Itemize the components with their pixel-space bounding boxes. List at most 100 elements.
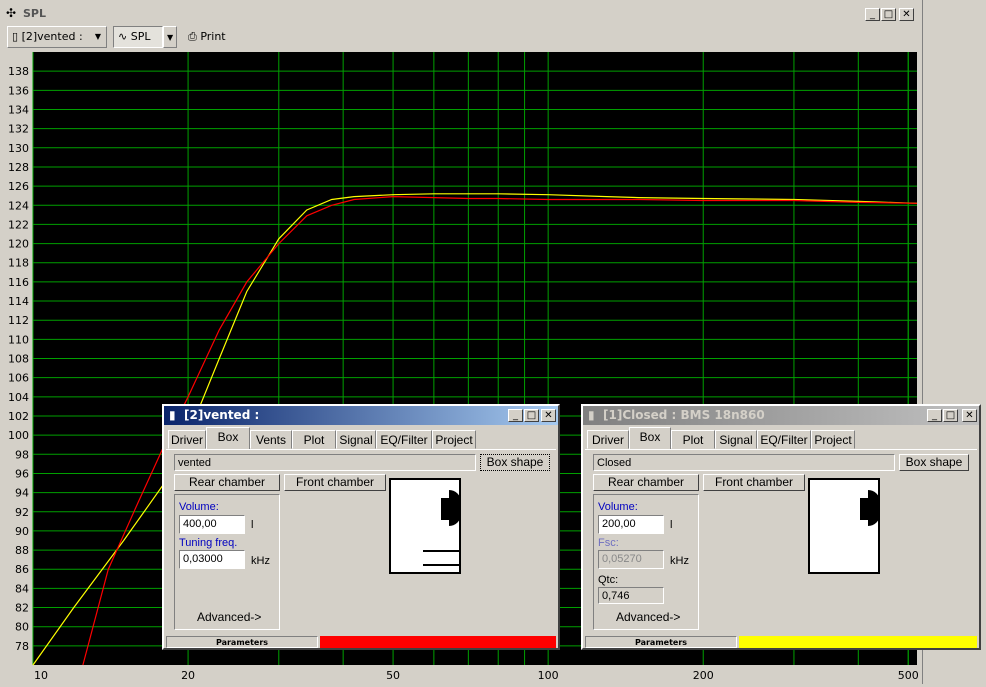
tab-driver[interactable]: Driver xyxy=(587,430,629,449)
y-tick-label: 132 xyxy=(8,123,29,136)
print-button[interactable]: ⎙ Print xyxy=(183,26,233,48)
box-shape-button[interactable]: Box shape xyxy=(480,454,550,471)
main-title-bar[interactable]: ✣ SPL _ □ ✕ xyxy=(1,4,919,24)
y-tick-label: 108 xyxy=(8,353,29,366)
y-tick-label: 112 xyxy=(8,314,29,327)
x-tick-label: 100 xyxy=(538,669,559,682)
y-tick-label: 78 xyxy=(15,640,29,653)
tab-project[interactable]: Project xyxy=(811,430,855,449)
minimize-icon[interactable]: _ xyxy=(927,409,942,422)
vent-line-bottom xyxy=(423,564,461,566)
spl-view-button[interactable]: ∿ SPL xyxy=(113,26,163,48)
x-tick-label: 500 xyxy=(898,669,919,682)
x-tick-label: 200 xyxy=(693,669,714,682)
app-icon: ✣ xyxy=(6,6,17,20)
x-tick-label: 20 xyxy=(181,669,195,682)
y-tick-label: 128 xyxy=(8,161,29,174)
y-tick-label: 118 xyxy=(8,257,29,270)
dropdown-arrow-icon: ▼ xyxy=(94,32,101,41)
closed-title-bar[interactable]: ▮ [1]Closed : BMS 18n860 _ □ ✕ xyxy=(583,406,979,425)
maximize-icon[interactable]: □ xyxy=(881,8,896,21)
close-icon[interactable]: ✕ xyxy=(899,8,914,21)
doc-icon: ▮ xyxy=(169,408,176,422)
qtc-value: 0,746 xyxy=(598,587,664,604)
box-name-field[interactable]: vented xyxy=(174,454,476,471)
y-tick-label: 126 xyxy=(8,180,29,193)
tuning-freq-input[interactable]: 0,03000 xyxy=(179,550,245,569)
tab-separator xyxy=(585,449,977,450)
main-toolbar: ▯ [2]vented : ▼ ∿ SPL ▼ ⎙ Print xyxy=(0,24,922,70)
tab-eq-filter[interactable]: EQ/Filter xyxy=(757,430,811,449)
y-tick-label: 84 xyxy=(15,582,29,595)
close-icon[interactable]: ✕ xyxy=(962,409,977,422)
front-chamber-button[interactable]: Front chamber xyxy=(703,474,805,491)
y-tick-label: 102 xyxy=(8,410,29,423)
project-selector[interactable]: ▯ [2]vented : ▼ xyxy=(7,26,107,48)
y-tick-label: 100 xyxy=(8,429,29,442)
y-tick-label: 88 xyxy=(15,544,29,557)
rear-chamber-group: Volume: 400,00 l Tuning freq. 0,03000 kH… xyxy=(174,494,280,630)
speaker-cone xyxy=(868,490,880,526)
printer-icon: ⎙ xyxy=(188,30,197,43)
tab-separator xyxy=(166,449,556,450)
print-label: Print xyxy=(200,30,226,43)
tab-plot[interactable]: Plot xyxy=(292,430,336,449)
fsc-unit: kHz xyxy=(670,555,689,567)
box-name-field[interactable]: Closed xyxy=(593,454,895,471)
front-chamber-button[interactable]: Front chamber xyxy=(284,474,386,491)
vented-box-window: ▮ [2]vented : _ □ ✕ Driver Box Vents Plo… xyxy=(162,404,560,650)
tab-eq-filter[interactable]: EQ/Filter xyxy=(376,430,432,449)
sine-wave-icon: ∿ xyxy=(118,30,128,43)
status-color-bar xyxy=(320,636,556,648)
closed-box-diagram xyxy=(808,478,880,574)
tab-driver[interactable]: Driver xyxy=(168,430,206,449)
maximize-icon[interactable]: □ xyxy=(943,409,958,422)
y-tick-label: 104 xyxy=(8,391,29,404)
y-tick-label: 80 xyxy=(15,621,29,634)
tab-box[interactable]: Box xyxy=(206,427,250,450)
minimize-icon[interactable]: _ xyxy=(865,8,880,21)
speaker-cone xyxy=(449,490,461,526)
tab-vents[interactable]: Vents xyxy=(250,430,292,449)
y-tick-label: 98 xyxy=(15,448,29,461)
closed-box-window: ▮ [1]Closed : BMS 18n860 _ □ ✕ Driver Bo… xyxy=(581,404,981,650)
y-tick-label: 116 xyxy=(8,276,29,289)
vented-window-title: [2]vented : xyxy=(184,408,260,422)
y-tick-label: 106 xyxy=(8,372,29,385)
box-shape-button[interactable]: Box shape xyxy=(899,454,969,471)
y-tick-label: 134 xyxy=(8,103,29,116)
tab-box[interactable]: Box xyxy=(629,427,671,450)
x-tick-label: 50 xyxy=(386,669,400,682)
rear-chamber-button[interactable]: Rear chamber xyxy=(593,474,699,491)
vent-line-top xyxy=(423,550,461,552)
maximize-icon[interactable]: □ xyxy=(524,409,539,422)
volume-input[interactable]: 200,00 xyxy=(598,515,664,534)
minimize-icon[interactable]: _ xyxy=(508,409,523,422)
tuning-freq-unit: kHz xyxy=(251,555,270,567)
tab-signal[interactable]: Signal xyxy=(715,430,757,449)
volume-input[interactable]: 400,00 xyxy=(179,515,245,534)
closed-window-title: [1]Closed : BMS 18n860 xyxy=(603,408,765,422)
tab-project[interactable]: Project xyxy=(432,430,476,449)
y-tick-label: 120 xyxy=(8,238,29,251)
advanced-button[interactable]: Advanced-> xyxy=(197,610,261,624)
view-dropdown-button[interactable]: ▼ xyxy=(163,26,177,48)
tab-plot[interactable]: Plot xyxy=(671,430,715,449)
status-color-bar xyxy=(739,636,977,648)
volume-label: Volume: xyxy=(179,501,219,513)
rear-chamber-button[interactable]: Rear chamber xyxy=(174,474,280,491)
doc-icon: ▮ xyxy=(588,408,595,422)
y-tick-label: 122 xyxy=(8,218,29,231)
dropdown-arrow-icon: ▼ xyxy=(167,33,174,42)
fsc-label: Fsc: xyxy=(598,537,619,549)
close-icon[interactable]: ✕ xyxy=(541,409,556,422)
vented-title-bar[interactable]: ▮ [2]vented : _ □ ✕ xyxy=(164,406,558,425)
y-tick-label: 90 xyxy=(15,525,29,538)
volume-label: Volume: xyxy=(598,501,638,513)
tuning-freq-label: Tuning freq. xyxy=(179,537,238,549)
main-window-title: SPL xyxy=(23,7,46,20)
volume-unit: l xyxy=(670,519,673,531)
advanced-button[interactable]: Advanced-> xyxy=(616,610,680,624)
tab-signal[interactable]: Signal xyxy=(336,430,376,449)
y-tick-label: 138 xyxy=(8,65,29,78)
